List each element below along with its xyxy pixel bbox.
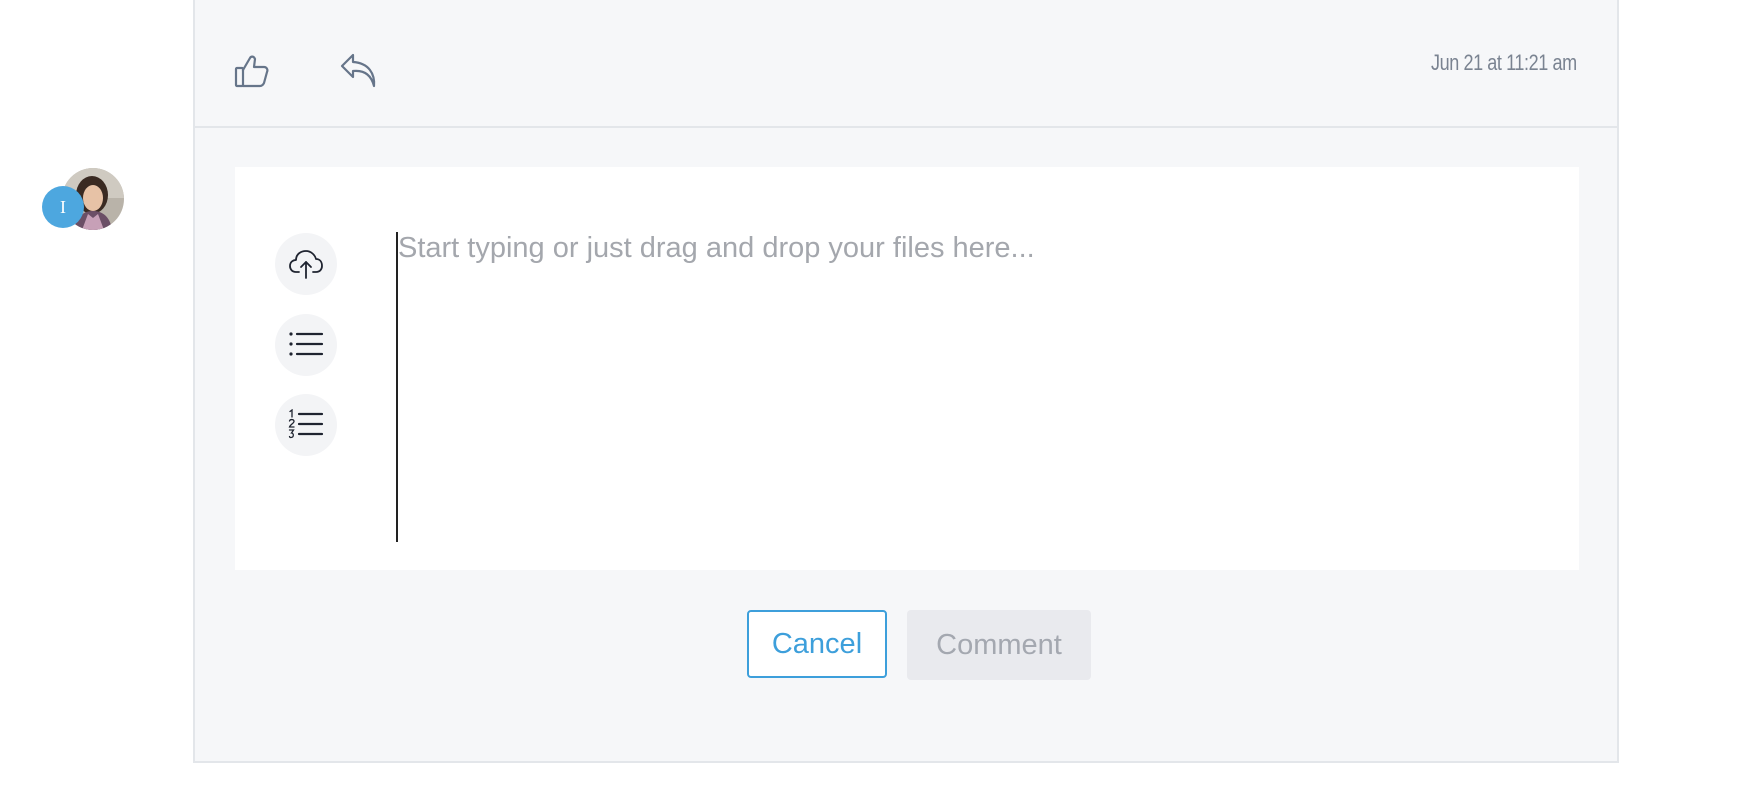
page: I Jun 21 at 11:21 am Start typing or jus… <box>0 0 1762 788</box>
comment-button[interactable]: Comment <box>907 610 1091 680</box>
upload-file-button[interactable] <box>275 233 337 295</box>
user-initial-badge: I <box>42 186 84 228</box>
comment-actions-row: Jun 21 at 11:21 am <box>195 0 1617 128</box>
comment-panel: Jun 21 at 11:21 am Start typing or just … <box>193 0 1619 763</box>
comment-timestamp: Jun 21 at 11:21 am <box>1431 50 1577 75</box>
comment-editor <box>235 167 1579 570</box>
bulleted-list-button[interactable] <box>275 314 337 376</box>
reply-button[interactable] <box>339 52 379 90</box>
cloud-upload-icon <box>288 245 324 284</box>
user-avatar-group: I <box>42 168 124 230</box>
reply-icon <box>339 53 379 93</box>
numbered-list-icon <box>288 408 324 442</box>
bulleted-list-icon <box>288 330 324 361</box>
comment-text-input[interactable] <box>396 232 1538 542</box>
cancel-button[interactable]: Cancel <box>747 610 887 678</box>
like-button[interactable] <box>233 52 271 90</box>
numbered-list-button[interactable] <box>275 394 337 456</box>
thumbs-up-icon <box>233 55 271 93</box>
